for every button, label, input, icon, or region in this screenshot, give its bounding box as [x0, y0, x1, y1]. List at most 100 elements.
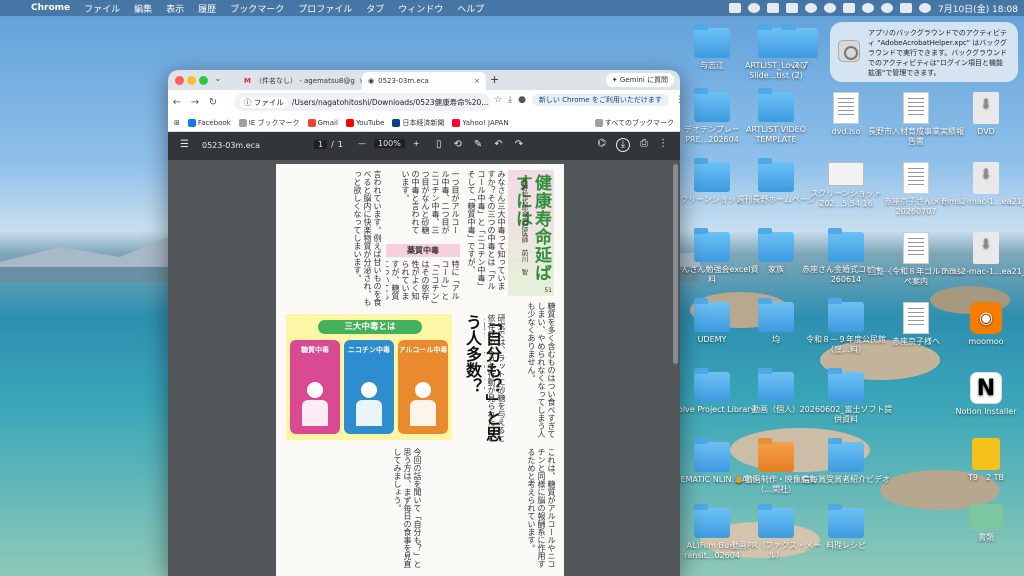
minimize-window-button[interactable] — [187, 76, 196, 85]
reload-button[interactable]: ↻ — [204, 97, 222, 108]
bookmark-youtube[interactable]: YouTube — [345, 118, 384, 127]
desktop-icon-label: 料理レシピ — [826, 541, 866, 550]
more-menu-icon[interactable]: ⋮ — [675, 95, 680, 105]
gemini-button[interactable]: ✦ Gemini に質問 — [605, 73, 674, 87]
bookmark-star-icon[interactable]: ☆ — [494, 95, 502, 105]
desktop-icon[interactable]: mms2-mac-1...ea21_3 — [938, 162, 1024, 207]
menu-view[interactable]: 表示 — [159, 2, 191, 15]
folder-icon — [758, 438, 794, 472]
back-button[interactable]: ← — [168, 97, 186, 108]
siri-icon[interactable] — [919, 3, 931, 13]
toolbar-right: ☆ ⤓ ● 新しい Chrome をご利用いただけます ⋮ — [494, 94, 680, 106]
desktop-icon[interactable]: スプ — [780, 24, 820, 71]
rotate-icon[interactable]: ⟲ — [454, 139, 462, 150]
annotate-icon[interactable]: ✎ — [474, 139, 482, 150]
bookmark-gmail[interactable]: Gmail — [307, 118, 338, 127]
all-bookmarks-button[interactable]: すべてのブックマーク — [594, 118, 674, 128]
site-info-chip[interactable]: ⓘ ファイル — [240, 96, 288, 108]
pdf-view-tools: ▯ ⟲ ✎ ↶ ↷ — [436, 139, 523, 150]
more-menu-icon[interactable]: ⋮ — [658, 138, 668, 152]
menu-edit[interactable]: 編集 — [127, 2, 159, 15]
menu-bookmarks[interactable]: ブックマーク — [223, 2, 291, 15]
status-sync-icon[interactable] — [748, 3, 760, 13]
download-icon[interactable]: ⤓ — [508, 95, 512, 105]
folder-icon — [782, 24, 818, 58]
desktop-icon[interactable]: 書類 — [938, 504, 1024, 543]
status-vpn-icon[interactable] — [767, 3, 779, 13]
zoom-level-input[interactable]: 100% — [374, 139, 405, 148]
desktop-icon[interactable]: T9 2 TB — [938, 438, 1024, 483]
facebook-icon — [187, 118, 196, 127]
close-window-button[interactable] — [175, 76, 184, 85]
update-chrome-button[interactable]: 新しい Chrome をご利用いただけます — [531, 94, 669, 106]
menu-window[interactable]: ウィンドウ — [391, 2, 450, 15]
desktop-icon[interactable]: ◉ moomoo — [938, 302, 1024, 347]
bookmark-yahoo[interactable]: Yahoo! JAPAN — [452, 118, 509, 127]
status-user-icon[interactable] — [805, 3, 817, 13]
gemini-label: Gemini に質問 — [619, 76, 668, 84]
desktop-icon-label: 赤座京子様へ — [892, 337, 940, 346]
close-tab-icon[interactable]: × — [474, 77, 480, 85]
desktop-icon[interactable]: DVD — [938, 92, 1024, 137]
desktop-icon[interactable]: mms2-mac-1...ea21_3 — [938, 232, 1024, 277]
search-icon[interactable] — [881, 3, 893, 13]
menu-app-name[interactable]: Chrome — [24, 3, 77, 13]
menu-profiles[interactable]: プロファイル — [291, 2, 359, 15]
status-app-icon[interactable] — [729, 3, 741, 13]
desktop-icon[interactable]: 料理レシピ — [798, 504, 894, 551]
desktop-icon-label: ARTLIST VIDEO TEMPLATE — [745, 125, 806, 144]
desktop-icon-label: dvd.iso — [831, 127, 861, 136]
tab-pdf[interactable]: ◉ 0523-03m.eca × — [362, 72, 486, 90]
battery-icon[interactable] — [843, 3, 855, 13]
zoom-in-button[interactable]: + — [413, 139, 420, 148]
desktop-icon[interactable]: 20260602_富士ソフト提供資料 — [798, 368, 894, 425]
control-center-icon[interactable] — [900, 3, 912, 13]
translate-icon[interactable]: ⌬ — [597, 138, 606, 152]
zoom-out-button[interactable]: — — [358, 139, 366, 148]
menu-help[interactable]: ヘルプ — [450, 2, 491, 15]
wifi-icon[interactable] — [862, 3, 874, 13]
panel-label: ニコチン中毒 — [348, 346, 390, 354]
tab-gmail[interactable]: M （件名なし） - agematsu8@g × — [238, 72, 362, 90]
profile-avatar[interactable]: ● — [518, 95, 526, 105]
bookmark-ie[interactable]: IE ブックマーク — [238, 118, 300, 128]
scrollbar[interactable] — [673, 164, 678, 364]
fit-page-icon[interactable]: ▯ — [436, 139, 442, 150]
notification-banner[interactable]: アプリのバックグラウンドでのアクティビティ "AdobeAcrobatHelpe… — [830, 22, 1018, 82]
folder-icon — [694, 298, 730, 332]
status-display-icon[interactable] — [786, 3, 798, 13]
panel-alcohol: アルコール中毒 — [398, 340, 448, 434]
folder-icon — [758, 298, 794, 332]
desktop-icon-label: DVD — [977, 127, 995, 136]
folder-icon — [694, 88, 730, 122]
fullscreen-window-button[interactable] — [199, 76, 208, 85]
address-bar[interactable]: ⓘ ファイル /Users/nagatohitoshi/Downloads/05… — [234, 93, 490, 111]
menu-tab[interactable]: タブ — [359, 2, 391, 15]
document-icon — [903, 302, 929, 334]
download-icon[interactable]: ⤓ — [616, 138, 630, 152]
bookmark-nikkei[interactable]: 日本経済新聞 — [392, 118, 444, 128]
status-clock-icon[interactable] — [824, 3, 836, 13]
menubar-clock[interactable]: 7月10日(金) 18:08 — [938, 2, 1018, 15]
desktop-icon[interactable]: N Notion Installer — [938, 372, 1024, 417]
desktop-icon-label: 書類 — [978, 533, 994, 542]
forward-button[interactable]: → — [186, 97, 204, 108]
tab-search-icon[interactable]: ⌄ — [214, 74, 222, 84]
menu-file[interactable]: ファイル — [77, 2, 127, 15]
desktop-icon[interactable]: 信毎賞受賞者紹介ビデオ — [798, 438, 894, 485]
three-addictions-box: 三大中毒とは 糖質中毒 ニコチン中毒 アルコール中毒 — [286, 314, 452, 440]
page-number-input[interactable]: 1 — [314, 140, 328, 149]
undo-icon[interactable]: ↶ — [494, 139, 502, 150]
article-byline: 長野松代総合病院医師 前川 智 — [520, 178, 528, 276]
redo-icon[interactable]: ↷ — [515, 139, 523, 150]
new-tab-button[interactable]: + — [490, 73, 499, 86]
bookmark-facebook[interactable]: Facebook — [187, 118, 231, 127]
menu-history[interactable]: 履歴 — [191, 2, 223, 15]
apps-grid-icon[interactable]: ⊞ — [174, 119, 180, 127]
article-subhead: 薬質中毒 — [386, 244, 460, 257]
print-icon[interactable]: ⎙ — [640, 138, 648, 152]
folder-icon — [758, 228, 794, 262]
hamburger-menu-icon[interactable]: ☰ — [180, 139, 189, 150]
yahoo-icon — [452, 118, 461, 127]
pdf-viewer[interactable]: 健康寿命延ばすには 長野松代総合病院医師 前川 智 51 みなさん三大中毒って知… — [168, 160, 680, 576]
